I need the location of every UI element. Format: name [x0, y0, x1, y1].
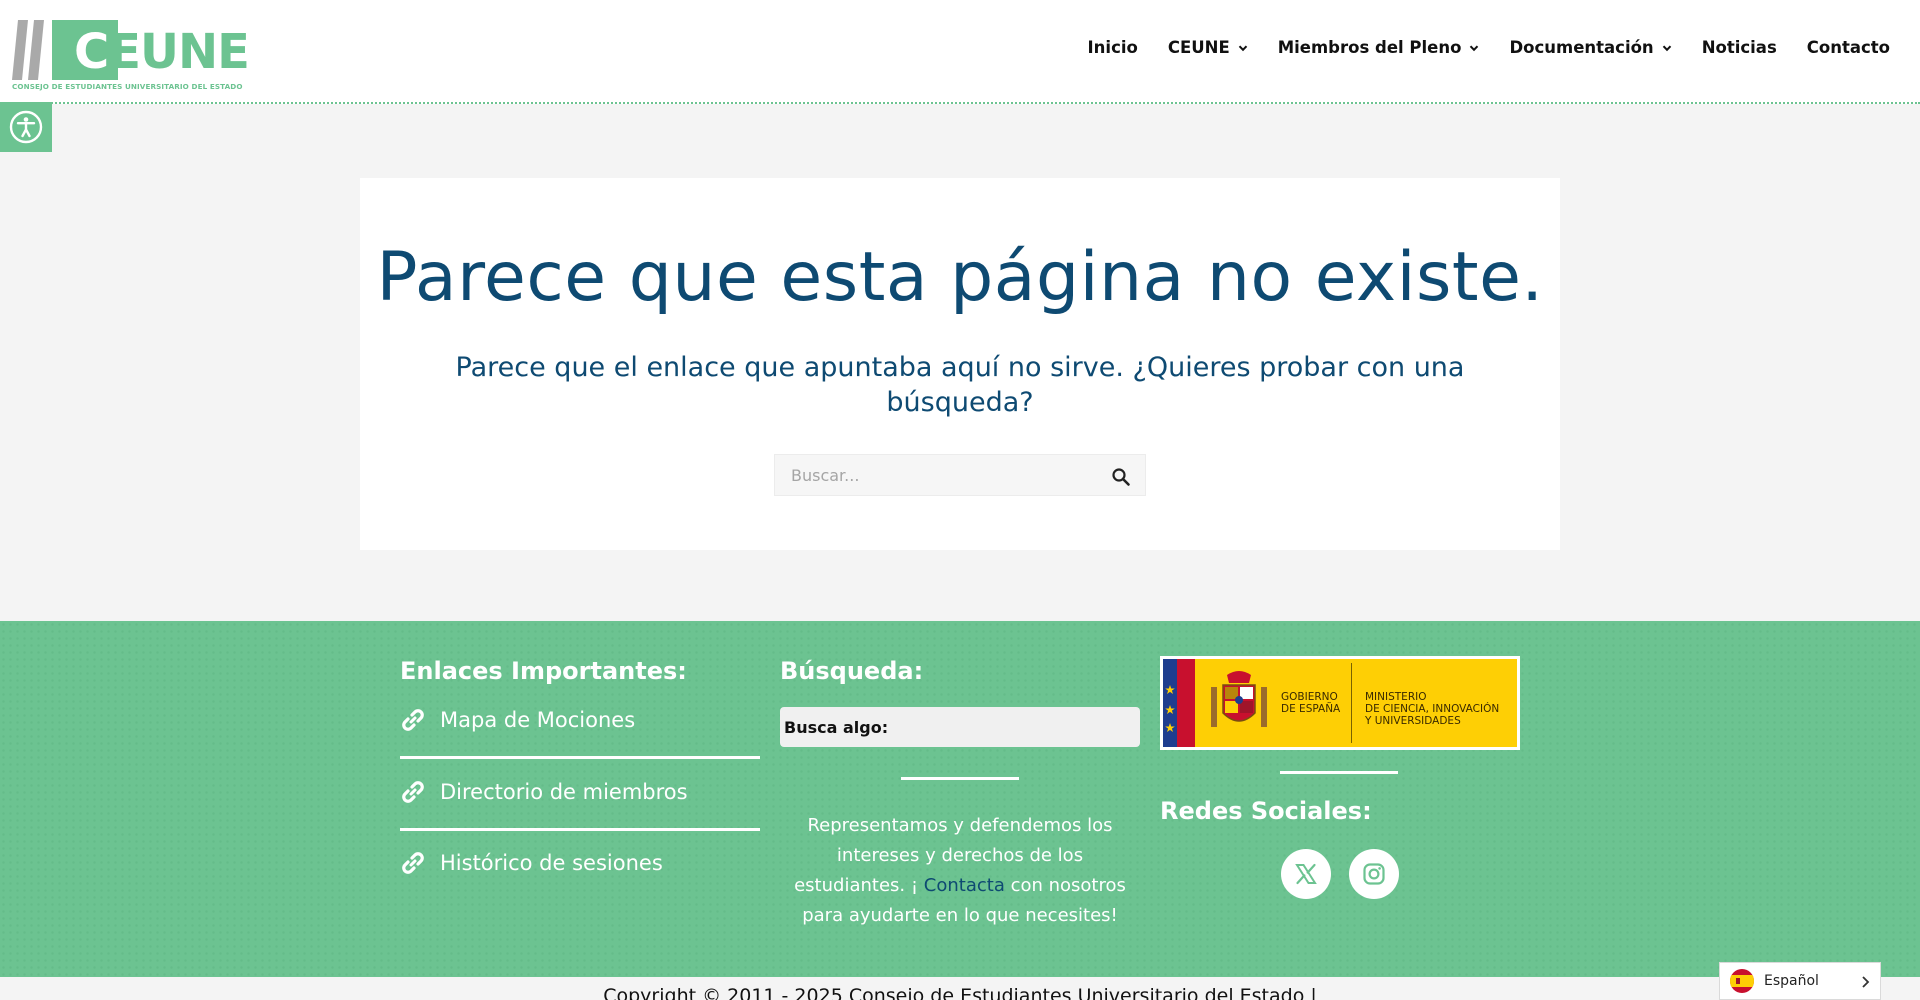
- about-text: Representamos y defendemos los intereses…: [780, 811, 1140, 931]
- social-link-x[interactable]: [1281, 849, 1331, 899]
- divider: [901, 777, 1019, 780]
- chevron-down-icon: [1470, 45, 1479, 51]
- spain-flag-icon: [1730, 969, 1754, 993]
- link-label: Mapa de Mociones: [440, 708, 636, 732]
- search-form: [774, 454, 1146, 496]
- footer-search-input[interactable]: [780, 707, 1140, 747]
- social-link-instagram[interactable]: [1349, 849, 1399, 899]
- gov-text-line: DE ESPAÑA: [1281, 703, 1341, 715]
- footer-link-directorio-de-miembros[interactable]: Directorio de miembros: [400, 779, 760, 805]
- site-header: CEUNE CONSEJO DE ESTUDIANTES UNIVERSITAR…: [0, 0, 1920, 104]
- gobierno-de-espana-text: GOBIERNO DE ESPAÑA: [1281, 691, 1340, 715]
- language-label: Español: [1764, 973, 1819, 989]
- search-heading: Búsqueda:: [780, 657, 924, 685]
- link-divider: [400, 828, 760, 831]
- gov-text-line: Y UNIVERSIDADES: [1365, 715, 1461, 727]
- search-icon[interactable]: [1111, 467, 1131, 487]
- eu-spain-flag-strip: [1163, 659, 1195, 747]
- nav-item-documentacion[interactable]: Documentación: [1509, 38, 1671, 57]
- nav-item-miembros-del-pleno[interactable]: Miembros del Pleno: [1278, 38, 1480, 57]
- gov-logo-divider: [1351, 663, 1352, 743]
- social-heading: Redes Sociales:: [1160, 797, 1372, 825]
- link-label: Histórico de sesiones: [440, 851, 663, 875]
- gov-text-line: DE CIENCIA, INNOVACIÓN: [1365, 703, 1500, 715]
- copyright-text: Copyright © 2011 - 2025 Consejo de Estud…: [603, 985, 1317, 1000]
- accessibility-button[interactable]: [0, 102, 52, 152]
- site-logo[interactable]: CEUNE CONSEJO DE ESTUDIANTES UNIVERSITAR…: [12, 20, 250, 92]
- nav-label: Inicio: [1087, 38, 1138, 57]
- links-heading: Enlaces Importantes:: [400, 657, 687, 685]
- chevron-down-icon: [1238, 45, 1247, 51]
- error-card: Parece que esta página no existe. Parece…: [360, 178, 1560, 550]
- nav-label: Miembros del Pleno: [1277, 38, 1462, 57]
- ministerio-text: MINISTERIO DE CIENCIA, INNOVACIÓN Y UNIV…: [1365, 691, 1499, 727]
- gov-text-line: MINISTERIO: [1365, 691, 1427, 703]
- footer-link-historico-de-sesiones[interactable]: Histórico de sesiones: [400, 850, 760, 876]
- nav-label: Documentación: [1509, 38, 1654, 57]
- site-footer: Enlaces Importantes: Mapa de Mociones Di…: [0, 621, 1920, 977]
- link-icon: [402, 852, 424, 874]
- nav-label: Noticias: [1701, 38, 1777, 57]
- link-label: Directorio de miembros: [440, 780, 688, 804]
- search-input[interactable]: [775, 455, 1105, 495]
- chevron-right-icon: [1862, 976, 1870, 988]
- logo-word: CEUNE: [74, 24, 250, 80]
- main-nav: Inicio CEUNE Miembros del Pleno Document…: [1058, 38, 1890, 57]
- gov-text-line: GOBIERNO: [1281, 691, 1338, 703]
- error-subtitle: Parece que el enlace que apuntaba aquí n…: [455, 352, 1465, 418]
- chevron-down-icon: [1662, 45, 1671, 51]
- copyright-bar: Copyright © 2011 - 2025 Consejo de Estud…: [0, 977, 1920, 1000]
- footer-link-mapa-de-mociones[interactable]: Mapa de Mociones: [400, 707, 760, 733]
- government-logo-banner: GOBIERNO DE ESPAÑA MINISTERIO DE CIENCIA…: [1163, 659, 1517, 747]
- nav-item-inicio[interactable]: Inicio: [1088, 38, 1138, 57]
- nav-label: Contacto: [1806, 38, 1890, 57]
- accessibility-icon: [9, 110, 43, 144]
- error-title: Parece que esta página no existe.: [376, 238, 1544, 317]
- nav-item-noticias[interactable]: Noticias: [1702, 38, 1777, 57]
- instagram-icon: [1363, 863, 1385, 885]
- divider: [1280, 771, 1398, 774]
- link-divider: [400, 756, 760, 759]
- government-logo[interactable]: GOBIERNO DE ESPAÑA MINISTERIO DE CIENCIA…: [1160, 656, 1520, 750]
- nav-item-contacto[interactable]: Contacto: [1807, 38, 1890, 57]
- language-switcher[interactable]: Español: [1719, 962, 1881, 1000]
- contacta-link[interactable]: Contacta: [924, 875, 1005, 896]
- nav-item-ceune[interactable]: CEUNE: [1168, 38, 1248, 57]
- x-twitter-icon: [1295, 863, 1317, 885]
- link-icon: [402, 709, 424, 731]
- nav-label: CEUNE: [1167, 38, 1230, 57]
- logo-letter-c: C: [74, 24, 109, 80]
- logo-letters-rest: EUNE: [108, 24, 250, 80]
- logo-tagline: CONSEJO DE ESTUDIANTES UNIVERSITARIO DEL…: [12, 82, 243, 91]
- link-icon: [402, 781, 424, 803]
- coat-of-arms-icon: [1211, 671, 1267, 727]
- logo-bars-icon: [12, 20, 44, 80]
